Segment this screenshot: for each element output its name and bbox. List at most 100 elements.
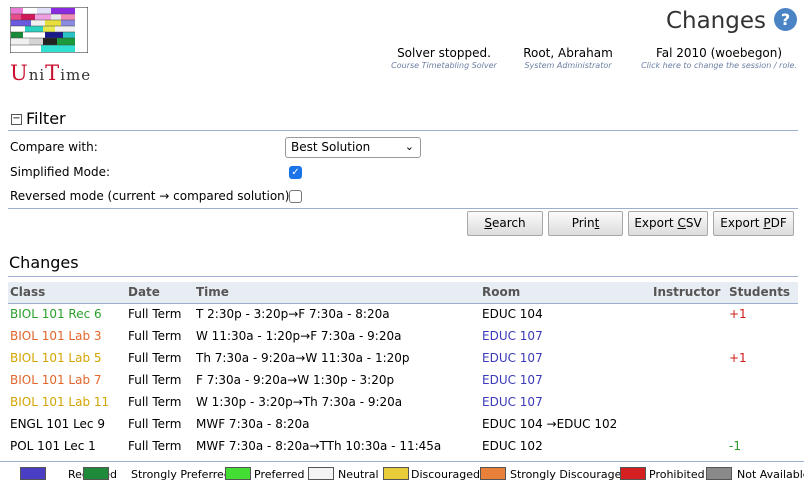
time-cell: T 2:30p - 3:20p→F 7:30a - 8:20a xyxy=(196,307,390,322)
session-hint: Click here to change the session / role. xyxy=(641,61,797,70)
compare-with-label: Compare with: xyxy=(10,140,98,154)
help-icon[interactable]: ? xyxy=(774,8,797,31)
class-cell: BIOL 101 Lab 7 xyxy=(10,373,102,387)
room-cell: EDUC 107 xyxy=(482,395,543,409)
table-row[interactable]: BIOL 101 Lab 5 Full Term Th 7:30a - 9:20… xyxy=(8,347,798,369)
user-role: System Administrator xyxy=(524,61,612,70)
table-row[interactable]: BIOL 101 Lab 11 Full Term W 1:30p - 3:20… xyxy=(8,391,798,413)
column-header-time[interactable]: Time xyxy=(194,282,480,304)
class-cell: BIOL 101 Lab 3 xyxy=(10,329,102,343)
session-selector[interactable]: Fal 2010 (woebegon) Click here to change… xyxy=(640,46,798,70)
students-cell: +1 xyxy=(729,307,747,322)
column-header-date[interactable]: Date xyxy=(126,282,194,304)
simplified-mode-label: Simplified Mode: xyxy=(10,165,111,179)
solver-status-sub: Course Timetabling Solver xyxy=(391,61,497,70)
room-cell: EDUC 104 xyxy=(482,307,543,322)
time-cell: Th 7:30a - 9:20a→W 11:30a - 1:20p xyxy=(196,351,410,365)
solver-status-text: Solver stopped. xyxy=(397,46,491,60)
reversed-mode-checkbox[interactable] xyxy=(289,190,302,203)
room-cell: EDUC 104 →EDUC 102 xyxy=(482,417,618,431)
legend-swatch-discouraged xyxy=(383,467,409,480)
class-cell: BIOL 101 Lab 5 xyxy=(10,351,102,365)
column-header-students[interactable]: Students xyxy=(727,282,798,304)
legend-swatch-required xyxy=(20,467,46,480)
time-cell: MWF 7:30a - 8:20a→TTh 10:30a - 11:45a xyxy=(196,439,442,453)
reversed-mode-label: Reversed mode (current → compared soluti… xyxy=(10,189,294,203)
date-cell: Full Term xyxy=(128,307,182,322)
table-row[interactable]: BIOL 101 Lab 3 Full Term W 11:30a - 1:20… xyxy=(8,325,798,347)
user-info[interactable]: Root, Abraham System Administrator xyxy=(511,46,625,70)
chevron-down-icon: ⌄ xyxy=(404,140,414,153)
filter-section-title: Filter xyxy=(26,109,66,128)
room-cell: EDUC 107 xyxy=(482,373,543,387)
time-cell: W 1:30p - 3:20p→Th 7:30a - 9:20a xyxy=(196,395,403,409)
column-header-instructor[interactable]: Instructor xyxy=(651,282,727,304)
collapse-icon[interactable]: − xyxy=(11,114,22,125)
time-cell: W 11:30a - 1:20p→F 7:30a - 9:20a xyxy=(196,329,402,343)
compare-with-value: Best Solution xyxy=(291,140,371,154)
legend-label-not-available: Not Available xyxy=(737,468,804,481)
students-cell xyxy=(727,369,798,391)
students-cell xyxy=(727,413,798,435)
legend-label-prohibited: Prohibited xyxy=(649,468,705,481)
instructor-cell xyxy=(651,435,727,457)
instructor-cell xyxy=(651,369,727,391)
instructor-cell xyxy=(651,413,727,435)
column-header-room[interactable]: Room xyxy=(480,282,651,304)
date-cell: Full Term xyxy=(128,373,182,387)
table-row[interactable]: POL 101 Lec 1 Full Term MWF 7:30a - 8:20… xyxy=(8,435,798,457)
legend-swatch-not-available xyxy=(706,467,732,480)
students-cell xyxy=(727,391,798,413)
export-csv-button[interactable]: Export CSV xyxy=(628,211,708,236)
unitime-logo-text: UniTime xyxy=(10,61,92,85)
students-cell: -1 xyxy=(729,439,741,453)
simplified-mode-checkbox[interactable]: ✓ xyxy=(289,166,302,179)
export-pdf-button[interactable]: Export PDF xyxy=(713,211,794,236)
unitime-logo-grid xyxy=(10,7,88,53)
instructor-cell xyxy=(651,325,727,347)
column-header-class[interactable]: Class xyxy=(8,282,126,304)
changes-section-title: Changes xyxy=(9,253,79,272)
time-cell: MWF 7:30a - 8:20a xyxy=(196,417,310,431)
preference-legend: Required Strongly Preferred Preferred Ne… xyxy=(0,461,804,487)
table-row[interactable]: BIOL 101 Rec 6 Full Term T 2:30p - 3:20p… xyxy=(8,303,798,325)
class-cell: POL 101 Lec 1 xyxy=(10,439,96,453)
date-cell: Full Term xyxy=(128,439,182,453)
instructor-cell xyxy=(651,347,727,369)
room-cell: EDUC 107 xyxy=(482,351,543,365)
legend-swatch-preferred xyxy=(225,467,251,480)
buttons-divider xyxy=(8,208,798,209)
search-button[interactable]: Search xyxy=(467,211,543,236)
class-cell: ENGL 101 Lec 9 xyxy=(10,417,105,431)
date-cell: Full Term xyxy=(128,395,182,409)
date-cell: Full Term xyxy=(128,351,182,365)
table-row[interactable]: BIOL 101 Lab 7 Full Term F 7:30a - 9:20a… xyxy=(8,369,798,391)
class-cell: BIOL 101 Lab 11 xyxy=(10,395,110,409)
compare-with-select[interactable]: Best Solution ⌄ xyxy=(285,137,421,158)
legend-swatch-strongly-preferred xyxy=(83,467,109,480)
solver-status[interactable]: Solver stopped. Course Timetabling Solve… xyxy=(384,46,504,70)
room-cell: EDUC 107 xyxy=(482,329,543,343)
legend-swatch-prohibited xyxy=(620,467,646,480)
legend-label-neutral: Neutral xyxy=(338,468,379,481)
legend-label-discouraged: Discouraged xyxy=(411,468,481,481)
changes-divider xyxy=(8,276,798,277)
time-cell: F 7:30a - 9:20a→W 1:30p - 3:20p xyxy=(196,373,395,387)
table-row[interactable]: ENGL 101 Lec 9 Full Term MWF 7:30a - 8:2… xyxy=(8,413,798,435)
table-header-row: Class Date Time Room Instructor Students xyxy=(8,282,798,304)
date-cell: Full Term xyxy=(128,417,182,431)
page-title: Changes xyxy=(665,8,766,34)
changes-table: Class Date Time Room Instructor Students… xyxy=(8,282,798,457)
legend-label-strongly-preferred: Strongly Preferred xyxy=(131,468,231,481)
legend-swatch-neutral xyxy=(308,467,334,480)
class-cell: BIOL 101 Rec 6 xyxy=(10,307,102,322)
session-name: Fal 2010 (woebegon) xyxy=(655,46,783,60)
print-button[interactable]: Print xyxy=(548,211,623,236)
students-cell: +1 xyxy=(729,351,747,365)
instructor-cell xyxy=(651,391,727,413)
filter-divider xyxy=(8,130,798,131)
instructor-cell xyxy=(651,303,727,325)
date-cell: Full Term xyxy=(128,329,182,343)
room-cell: EDUC 102 xyxy=(482,439,543,453)
legend-label-preferred: Preferred xyxy=(254,468,305,481)
